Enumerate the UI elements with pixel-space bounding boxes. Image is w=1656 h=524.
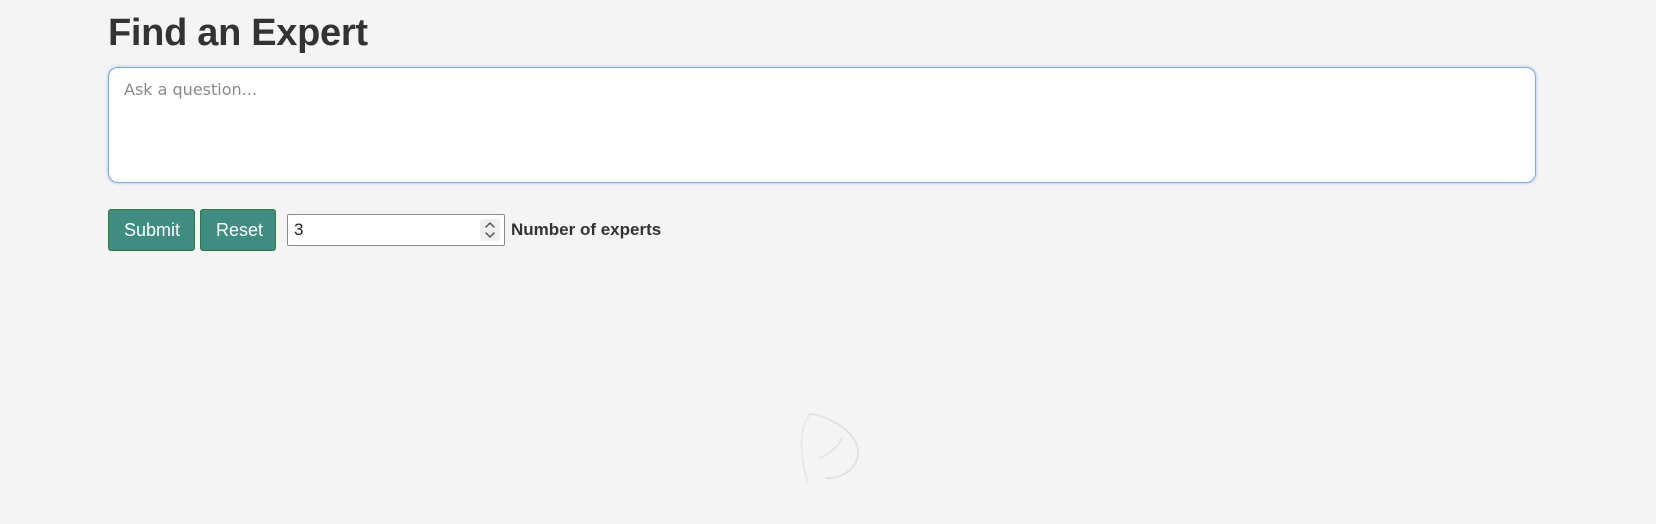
question-input[interactable]	[108, 67, 1536, 183]
experts-count-input[interactable]: 3	[287, 214, 505, 246]
loading-spinner-icon	[796, 408, 862, 488]
reset-button[interactable]: Reset	[200, 209, 276, 251]
experts-count-label: Number of experts	[511, 220, 662, 239]
page-title: Find an Expert	[108, 12, 368, 54]
number-stepper-icon[interactable]	[480, 219, 500, 241]
controls-row: Submit Reset 3 Number of experts	[108, 208, 1536, 252]
experts-count-value: 3	[294, 220, 304, 239]
main-content: Find an Expert Submit Reset 3 Number of …	[108, 0, 1536, 252]
submit-button[interactable]: Submit	[108, 209, 195, 251]
